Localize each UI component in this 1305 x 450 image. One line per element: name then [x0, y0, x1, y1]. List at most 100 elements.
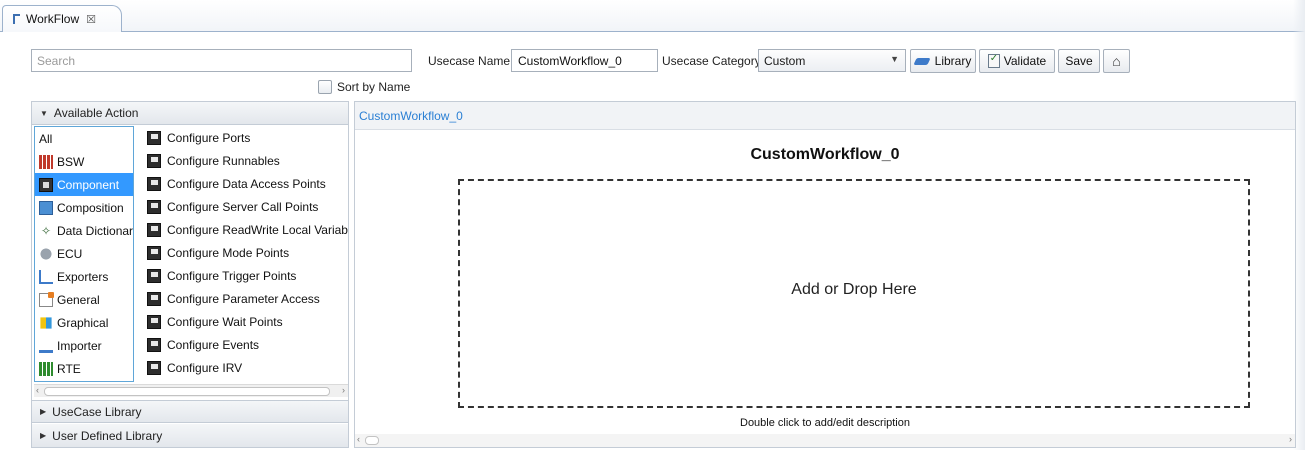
tab-workflow-label: WorkFlow [26, 12, 80, 26]
user-defined-library-header[interactable]: ▶ User Defined Library [32, 424, 348, 447]
component-icon [147, 268, 161, 283]
action-label: Configure Server Call Points [167, 199, 319, 214]
category-label: Importer [57, 338, 102, 353]
importer-icon [39, 339, 53, 353]
action-configure-mode-points[interactable]: Configure Mode Points [138, 241, 348, 264]
breadcrumb-workflow-link[interactable]: CustomWorkflow_0 [359, 109, 463, 123]
action-label: Configure Ports [167, 130, 251, 145]
scrollbar-thumb[interactable] [44, 387, 330, 396]
workflow-icon [9, 13, 21, 25]
category-importer[interactable]: Importer [35, 334, 133, 357]
action-configure-runnables[interactable]: Configure Runnables [138, 149, 348, 172]
action-configure-parameter-access[interactable]: Configure Parameter Access [138, 287, 348, 310]
ecu-icon [39, 246, 53, 261]
action-label: Configure Runnables [167, 153, 280, 168]
category-component[interactable]: Component [35, 173, 133, 196]
bsw-icon [39, 154, 53, 169]
library-button-label: Library [934, 54, 972, 68]
action-configure-readwrite-local-variables[interactable]: Configure ReadWrite Local Variables [138, 218, 348, 241]
breadcrumb: CustomWorkflow_0 [355, 102, 1295, 130]
scrollbar-thumb[interactable] [365, 436, 379, 445]
editor-tab-strip [0, 0, 1305, 32]
search-input[interactable] [31, 49, 412, 72]
component-icon [147, 291, 161, 306]
component-icon [147, 360, 161, 375]
component-icon [39, 177, 53, 192]
component-icon [147, 130, 161, 145]
rte-icon [39, 361, 53, 376]
home-icon: ⌂ [1112, 53, 1121, 69]
category-label: Exporters [57, 269, 109, 284]
chevron-down-icon: ▼ [890, 54, 899, 64]
category-graphical[interactable]: Graphical [35, 311, 133, 334]
category-rte[interactable]: RTE [35, 357, 133, 380]
workflow-title: CustomWorkflow_0 [750, 146, 900, 163]
action-label: Configure Trigger Points [167, 268, 297, 283]
user-defined-library-label: User Defined Library [52, 428, 163, 443]
workflow-canvas-panel: CustomWorkflow_0 CustomWorkflow_0 Add or… [354, 101, 1296, 448]
category-data-dictionary[interactable]: ✧ Data Dictionary [35, 219, 133, 242]
save-button-label: Save [1065, 54, 1093, 68]
usecase-category-value: Custom [764, 53, 806, 68]
available-action-label: Available Action [53, 106, 139, 120]
sort-by-name-checkbox[interactable] [318, 80, 332, 94]
save-button[interactable]: Save [1058, 49, 1100, 73]
action-configure-events[interactable]: Configure Events [138, 333, 348, 356]
scroll-right-icon[interactable]: › [342, 385, 345, 395]
sort-by-name-label: Sort by Name [337, 80, 411, 94]
validate-button-label: Validate [1003, 54, 1047, 68]
canvas-scrollbar[interactable]: ‹ › [355, 434, 1295, 447]
category-label: Composition [57, 200, 124, 215]
action-label: Configure Data Access Points [167, 176, 326, 191]
action-panel: ▼ Available Action All BSW Component Com… [31, 101, 349, 448]
action-label: Configure IRV [167, 360, 243, 375]
scroll-left-icon[interactable]: ‹ [36, 385, 39, 395]
category-label: Component [57, 177, 120, 192]
description-hint[interactable]: Double click to add/edit description [355, 417, 1295, 429]
validate-button[interactable]: Validate [979, 49, 1055, 73]
action-configure-ports[interactable]: Configure Ports [138, 126, 348, 149]
action-configure-trigger-points[interactable]: Configure Trigger Points [138, 264, 348, 287]
component-icon [147, 337, 161, 352]
category-composition[interactable]: Composition [35, 196, 133, 219]
scroll-right-icon[interactable]: › [1289, 434, 1292, 444]
tab-workflow[interactable]: WorkFlow ☒ [2, 5, 122, 32]
usecase-category-label: Usecase Category: [662, 54, 765, 68]
action-label: Configure Mode Points [167, 245, 290, 260]
usecase-name-input[interactable] [511, 49, 658, 72]
close-icon[interactable]: ☒ [86, 13, 96, 26]
action-configure-server-call-points[interactable]: Configure Server Call Points [138, 195, 348, 218]
action-configure-wait-points[interactable]: Configure Wait Points [138, 310, 348, 333]
category-label: General [57, 292, 100, 307]
action-list: Configure Ports Configure Runnables Conf… [138, 126, 348, 382]
home-button[interactable]: ⌂ [1103, 49, 1130, 73]
category-exporters[interactable]: Exporters [35, 265, 133, 288]
usecase-category-select[interactable]: Custom ▼ [758, 49, 906, 72]
category-label: BSW [57, 154, 85, 169]
graphical-icon [40, 316, 52, 329]
action-configure-data-access-points[interactable]: Configure Data Access Points [138, 172, 348, 195]
action-panel-scrollbar[interactable]: ‹ › [34, 384, 348, 397]
component-icon [147, 245, 161, 260]
component-icon [147, 222, 161, 237]
available-action-header[interactable]: ▼ Available Action [32, 102, 348, 125]
category-ecu[interactable]: ECU [35, 242, 133, 265]
action-label: Configure Events [167, 337, 260, 352]
expanded-triangle-icon: ▼ [40, 108, 48, 118]
category-label: ECU [57, 246, 83, 261]
data-dictionary-icon: ✧ [40, 223, 52, 238]
library-button[interactable]: Library [910, 49, 976, 73]
validate-icon [987, 53, 1000, 68]
component-icon [147, 153, 161, 168]
scroll-left-icon[interactable]: ‹ [357, 434, 360, 444]
category-general[interactable]: General [35, 288, 133, 311]
drop-zone[interactable]: Add or Drop Here [458, 179, 1250, 408]
action-label: Configure ReadWrite Local Variables [167, 222, 348, 237]
category-label: All [39, 131, 53, 146]
category-list: All BSW Component Composition ✧ Data Dic… [34, 126, 134, 382]
category-all[interactable]: All [35, 127, 133, 150]
category-label: Graphical [57, 315, 109, 330]
usecase-library-header[interactable]: ▶ UseCase Library [32, 400, 348, 423]
category-bsw[interactable]: BSW [35, 150, 133, 173]
action-configure-irv[interactable]: Configure IRV [138, 356, 348, 379]
